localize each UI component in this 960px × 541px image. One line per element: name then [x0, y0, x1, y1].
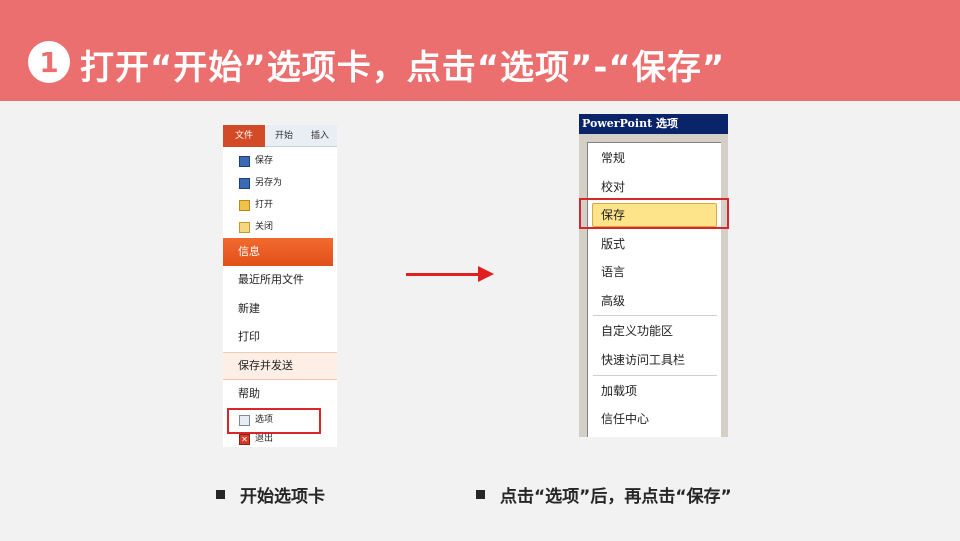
- option-customize-ribbon[interactable]: 自定义功能区: [601, 321, 673, 341]
- option-advanced[interactable]: 高级: [601, 291, 625, 311]
- bullet-square-icon: [476, 490, 485, 499]
- title-banner: 1 打开“开始”选项卡，点击“选项”-“保存”: [0, 0, 960, 101]
- menu-item-save[interactable]: 保存: [239, 153, 273, 169]
- menu-item-label: 另存为: [255, 178, 283, 188]
- option-trust-center[interactable]: 信任中心: [601, 409, 649, 429]
- menu-item-save-send[interactable]: 保存并发送: [238, 356, 293, 376]
- tab-file[interactable]: 文件: [223, 125, 265, 147]
- menu-item-recent[interactable]: 最近所用文件: [238, 270, 304, 290]
- menu-item-close[interactable]: 关闭: [239, 219, 273, 235]
- option-layout[interactable]: 版式: [601, 234, 625, 254]
- option-language[interactable]: 语言: [601, 262, 625, 282]
- tab-insert[interactable]: 插入: [305, 125, 335, 147]
- option-proofing[interactable]: 校对: [601, 177, 625, 197]
- ribbon-tabs: 文件 开始 插入: [223, 125, 337, 147]
- list-divider: [593, 315, 717, 316]
- close-folder-icon: [239, 221, 250, 233]
- caption-left: 开始选项卡: [216, 482, 325, 507]
- dialog-title: PowerPoint 选项: [579, 114, 728, 134]
- menu-item-print[interactable]: 打印: [238, 327, 260, 347]
- menu-item-new[interactable]: 新建: [238, 299, 260, 319]
- backstage-menu: 保存 另存为 打开 关闭 信息 最近所用文件 新建 打印 保存并发送 帮助 选项…: [223, 147, 337, 447]
- tab-home[interactable]: 开始: [269, 125, 299, 147]
- caption-text: 开始选项卡: [240, 487, 325, 507]
- options-highlight-box: [227, 408, 321, 434]
- options-dialog-screenshot: PowerPoint 选项 常规 校对 保存 版式 语言 高级 自定义功能区 快…: [579, 114, 728, 437]
- bullet-square-icon: [216, 490, 225, 499]
- menu-item-open[interactable]: 打开: [239, 197, 273, 213]
- file-menu-screenshot: 文件 开始 插入 保存 另存为 打开 关闭 信息 最近所用文件 新建 打印 保存…: [223, 125, 337, 447]
- arrow-right-icon: [478, 266, 494, 282]
- caption-right: 点击“选项”后，再点击“保存”: [476, 482, 732, 507]
- arrow-shaft: [406, 273, 484, 276]
- menu-item-help[interactable]: 帮助: [238, 384, 260, 404]
- menu-item-label: 保存: [255, 156, 274, 166]
- option-general[interactable]: 常规: [601, 148, 625, 168]
- caption-text: 点击“选项”后，再点击“保存”: [500, 487, 732, 507]
- exit-icon: ✕: [239, 433, 250, 445]
- option-add-ins[interactable]: 加载项: [601, 381, 637, 401]
- options-category-list: 常规 校对 保存 版式 语言 高级 自定义功能区 快速访问工具栏 加载项 信任中…: [587, 142, 721, 437]
- save-highlight-box: [579, 198, 729, 229]
- step-number-badge: 1: [28, 41, 70, 83]
- menu-item-save-as[interactable]: 另存为: [239, 175, 282, 191]
- menu-item-info[interactable]: 信息: [223, 238, 337, 266]
- list-divider: [593, 375, 717, 376]
- save-icon: [239, 155, 250, 167]
- open-folder-icon: [239, 199, 250, 211]
- save-as-icon: [239, 177, 250, 189]
- page-title: 打开“开始”选项卡，点击“选项”-“保存”: [80, 48, 726, 88]
- menu-item-label: 关闭: [255, 222, 274, 232]
- menu-item-label: 打开: [255, 200, 274, 210]
- option-quick-access-toolbar[interactable]: 快速访问工具栏: [601, 350, 685, 370]
